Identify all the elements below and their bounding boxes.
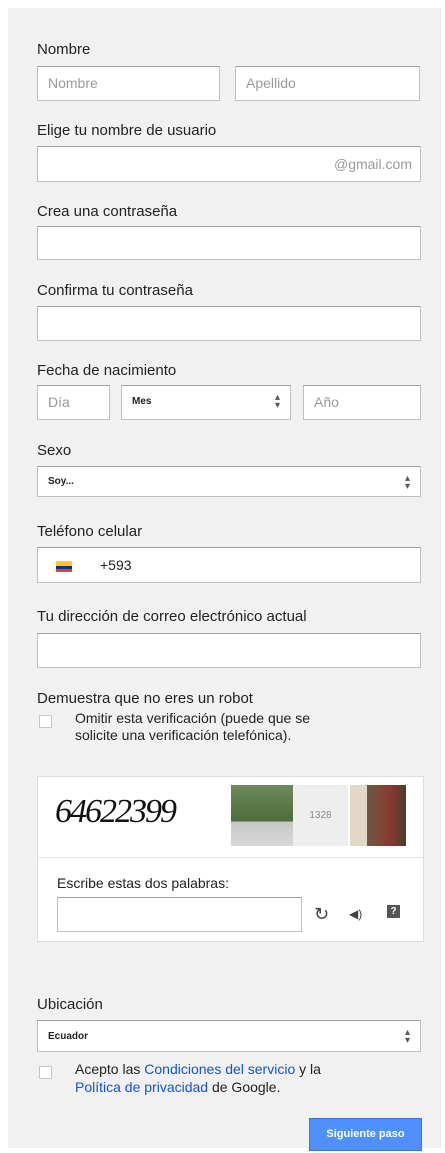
select-arrows-icon: ▴ ▾ [274,392,280,411]
username-label: Elige tu nombre de usuario [37,122,217,139]
confirm-password-label: Confirma tu contraseña [37,282,193,299]
captcha-prompt: Escribe estas dos palabras: [57,875,229,891]
terms-prefix: Acepto las [75,1061,145,1077]
gender-label: Sexo [37,442,72,459]
terms-checkbox[interactable] [39,1066,52,1079]
terms-suffix: de Google. [208,1079,281,1095]
password-input[interactable] [37,226,421,260]
skip-verification-checkbox[interactable] [39,715,52,728]
terms-of-service-link[interactable]: Condiciones del servicio [144,1061,295,1077]
birth-month-value: Mes [132,396,152,407]
select-arrows-icon: ▴ ▾ [404,473,410,492]
gender-value: Soy... [48,476,74,487]
last-name-placeholder: Apellido [246,75,296,91]
captcha-input[interactable] [57,897,302,932]
ecuador-flag-icon[interactable] [56,561,72,572]
birth-day-input[interactable]: Día [37,385,110,420]
gmail-suffix: @gmail.com [333,156,412,172]
captcha-image-tree [231,785,293,846]
first-name-placeholder: Nombre [48,75,98,91]
current-email-input[interactable] [37,633,421,668]
robot-label: Demuestra que no eres un robot [37,690,253,707]
skip-verification-text: Omitir esta verificación (puede que se s… [75,710,310,744]
current-email-label: Tu dirección de correo electrónico actua… [37,608,307,625]
phone-prefix: +593 [100,557,132,573]
captcha-image-number: 1328 [293,785,348,846]
location-value: Ecuador [48,1031,89,1042]
last-name-input[interactable]: Apellido [235,66,420,101]
select-arrows-icon: ▴ ▾ [404,1027,410,1046]
birth-month-select[interactable]: Mes ▴ ▾ [121,385,291,420]
first-name-input[interactable]: Nombre [37,66,220,101]
location-select[interactable]: Ecuador ▴ ▾ [37,1020,421,1052]
name-label: Nombre [37,41,91,58]
gender-select[interactable]: Soy... ▴ ▾ [37,466,421,497]
terms-text: Acepto las Condiciones del servicio y la… [75,1060,415,1096]
terms-middle: y la [295,1061,321,1077]
phone-input[interactable]: +593 [37,547,421,583]
birthdate-label: Fecha de nacimiento [37,362,177,379]
captcha-text: 64622399 [55,793,177,830]
password-label: Crea una contraseña [37,203,178,220]
confirm-password-input[interactable] [37,306,421,341]
birth-year-input[interactable]: Año [303,385,421,420]
help-icon[interactable]: ? [387,905,400,918]
skip-verification-line1: Omitir esta verificación (puede que se [75,710,310,726]
captcha-divider [38,857,423,858]
username-input[interactable]: @gmail.com [37,146,421,182]
audio-icon[interactable]: ◀) [349,907,362,921]
birth-day-placeholder: Día [48,394,70,410]
location-label: Ubicación [37,996,103,1013]
refresh-icon[interactable]: ↻ [314,904,329,925]
phone-label: Teléfono celular [37,523,143,540]
captcha-image-door [350,785,406,846]
next-step-button[interactable]: Siguiente paso [309,1118,422,1151]
birth-year-placeholder: Año [314,394,339,410]
skip-verification-line2: solicite una verificación telefónica). [75,727,292,743]
captcha-box: 64622399 1328 Escribe estas dos palabras… [37,776,424,942]
privacy-policy-link[interactable]: Política de privacidad [75,1079,208,1095]
